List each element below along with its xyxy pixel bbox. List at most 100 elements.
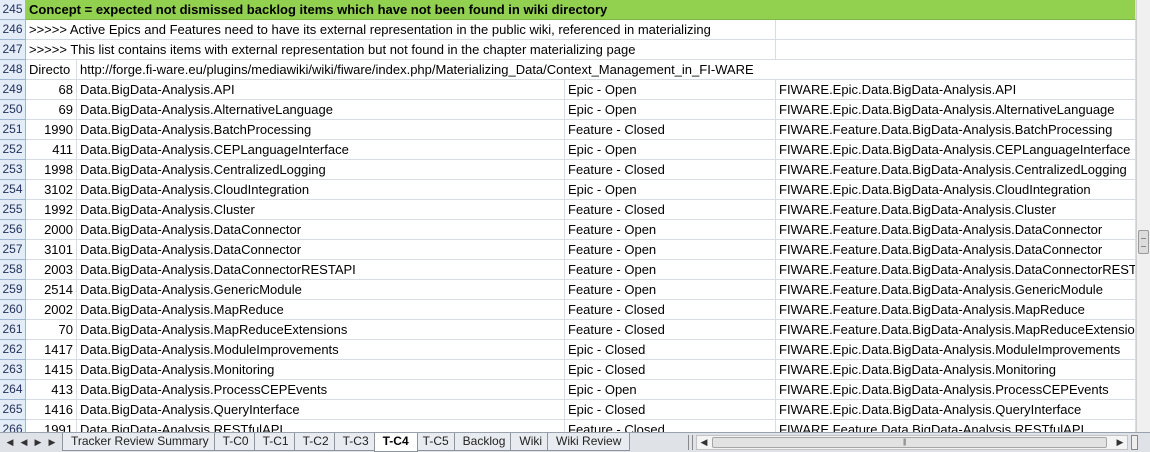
tab-t-c1[interactable]: T-C1 [253,433,298,451]
id-cell[interactable]: 3102 [26,180,77,200]
row-header[interactable]: 247 [0,40,26,60]
scroll-left-icon[interactable]: ◀ [697,436,711,449]
id-cell[interactable]: 2002 [26,300,77,320]
wiki-reference-cell[interactable]: FIWARE.Epic.Data.BigData-Analysis.CloudI… [776,180,1136,200]
status-cell[interactable]: Feature - Open [565,260,776,280]
id-cell[interactable]: 70 [26,320,77,340]
item-name-cell[interactable]: Data.BigData-Analysis.Cluster [77,200,565,220]
wiki-reference-cell[interactable]: FIWARE.Feature.Data.BigData-Analysis.Cen… [776,160,1136,180]
id-cell[interactable]: 69 [26,100,77,120]
row-header[interactable]: 264 [0,380,26,400]
wiki-reference-cell[interactable]: FIWARE.Epic.Data.BigData-Analysis.Altern… [776,100,1136,120]
directory-url-cell[interactable]: http://forge.fi-ware.eu/plugins/mediawik… [77,60,1136,80]
id-cell[interactable]: 1417 [26,340,77,360]
item-name-cell[interactable]: Data.BigData-Analysis.ProcessCEPEvents [77,380,565,400]
wiki-reference-cell[interactable]: FIWARE.Epic.Data.BigData-Analysis.CEPLan… [776,140,1136,160]
row-header[interactable]: 256 [0,220,26,240]
status-cell[interactable]: Epic - Open [565,380,776,400]
last-sheet-icon[interactable]: ▶​ [46,435,58,449]
wiki-reference-cell[interactable]: FIWARE.Feature.Data.BigData-Analysis.Map… [776,300,1136,320]
empty-cell[interactable] [776,40,1136,60]
status-cell[interactable]: Feature - Closed [565,420,776,432]
row-header[interactable]: 251 [0,120,26,140]
item-name-cell[interactable]: Data.BigData-Analysis.CloudIntegration [77,180,565,200]
first-sheet-icon[interactable]: ◀​ [4,435,16,449]
row-header[interactable]: 257 [0,240,26,260]
note-cell[interactable]: >>>>> Active Epics and Features need to … [26,20,776,40]
status-cell[interactable]: Epic - Open [565,80,776,100]
row-header[interactable]: 246 [0,20,26,40]
item-name-cell[interactable]: Data.BigData-Analysis.BatchProcessing [77,120,565,140]
status-cell[interactable]: Feature - Open [565,220,776,240]
next-sheet-icon[interactable]: ▶ [32,435,44,449]
row-header[interactable]: 261 [0,320,26,340]
item-name-cell[interactable]: Data.BigData-Analysis.DataConnector [77,220,565,240]
vertical-scroll-thumb[interactable] [1138,230,1149,254]
status-cell[interactable]: Epic - Open [565,180,776,200]
row-header[interactable]: 262 [0,340,26,360]
status-cell[interactable]: Epic - Open [565,100,776,120]
tab-t-c4[interactable]: T-C4 [373,433,418,452]
id-cell[interactable]: 1415 [26,360,77,380]
item-name-cell[interactable]: Data.BigData-Analysis.API [77,80,565,100]
wiki-reference-cell[interactable]: FIWARE.Epic.Data.BigData-Analysis.Proces… [776,380,1136,400]
status-cell[interactable]: Epic - Closed [565,340,776,360]
tab-backlog[interactable]: Backlog [453,433,515,451]
directory-label-cell[interactable]: Directo [26,60,77,80]
item-name-cell[interactable]: Data.BigData-Analysis.GenericModule [77,280,565,300]
vertical-scrollbar[interactable] [1136,0,1150,432]
tab-tracker-review-summary[interactable]: Tracker Review Summary [62,433,218,451]
row-header[interactable]: 248 [0,60,26,80]
row-header[interactable]: 255 [0,200,26,220]
id-cell[interactable]: 68 [26,80,77,100]
item-name-cell[interactable]: Data.BigData-Analysis.ModuleImprovements [77,340,565,360]
status-cell[interactable]: Feature - Open [565,240,776,260]
id-cell[interactable]: 411 [26,140,77,160]
status-cell[interactable]: Feature - Closed [565,320,776,340]
row-header[interactable]: 250 [0,100,26,120]
wiki-reference-cell[interactable]: FIWARE.Feature.Data.BigData-Analysis.Map… [776,320,1136,340]
scroll-right-icon[interactable]: ▶ [1113,436,1127,449]
row-header[interactable]: 259 [0,280,26,300]
item-name-cell[interactable]: Data.BigData-Analysis.QueryInterface [77,400,565,420]
wiki-reference-cell[interactable]: FIWARE.Epic.Data.BigData-Analysis.Monito… [776,360,1136,380]
row-header[interactable]: 249 [0,80,26,100]
id-cell[interactable]: 1990 [26,120,77,140]
id-cell[interactable]: 1416 [26,400,77,420]
id-cell[interactable]: 1992 [26,200,77,220]
id-cell[interactable]: 2000 [26,220,77,240]
tab-split-handle[interactable] [688,435,693,450]
status-cell[interactable]: Epic - Closed [565,360,776,380]
id-cell[interactable]: 2003 [26,260,77,280]
row-header[interactable]: 254 [0,180,26,200]
row-header[interactable]: 260 [0,300,26,320]
status-cell[interactable]: Feature - Closed [565,160,776,180]
item-name-cell[interactable]: Data.BigData-Analysis.CentralizedLogging [77,160,565,180]
tab-t-c5[interactable]: T-C5 [413,433,458,451]
tab-wiki[interactable]: Wiki [510,433,552,451]
row-header[interactable]: 258 [0,260,26,280]
id-cell[interactable]: 2514 [26,280,77,300]
status-cell[interactable]: Epic - Open [565,140,776,160]
item-name-cell[interactable]: Data.BigData-Analysis.RESTfulAPI [77,420,565,432]
wiki-reference-cell[interactable]: FIWARE.Epic.Data.BigData-Analysis.QueryI… [776,400,1136,420]
item-name-cell[interactable]: Data.BigData-Analysis.CEPLanguageInterfa… [77,140,565,160]
id-cell[interactable]: 1998 [26,160,77,180]
tab-t-c3[interactable]: T-C3 [333,433,378,451]
item-name-cell[interactable]: Data.BigData-Analysis.DataConnectorRESTA… [77,260,565,280]
horizontal-scroll-thumb[interactable]: ||| [712,437,1107,448]
wiki-reference-cell[interactable]: FIWARE.Feature.Data.BigData-Analysis.Clu… [776,200,1136,220]
prev-sheet-icon[interactable]: ◀ [18,435,30,449]
tab-wiki-review[interactable]: Wiki Review [547,433,631,451]
tab-t-c0[interactable]: T-C0 [213,433,258,451]
wiki-reference-cell[interactable]: FIWARE.Epic.Data.BigData-Analysis.API [776,80,1136,100]
row-header[interactable]: 253 [0,160,26,180]
status-cell[interactable]: Feature - Closed [565,200,776,220]
item-name-cell[interactable]: Data.BigData-Analysis.DataConnector [77,240,565,260]
wiki-reference-cell[interactable]: FIWARE.Feature.Data.BigData-Analysis.Bat… [776,120,1136,140]
id-cell[interactable]: 1991 [26,420,77,432]
row-header[interactable]: 266 [0,420,26,432]
id-cell[interactable]: 3101 [26,240,77,260]
banner-cell[interactable]: Concept = expected not dismissed backlog… [26,0,1136,20]
wiki-reference-cell[interactable]: FIWARE.Feature.Data.BigData-Analysis.Dat… [776,260,1136,280]
